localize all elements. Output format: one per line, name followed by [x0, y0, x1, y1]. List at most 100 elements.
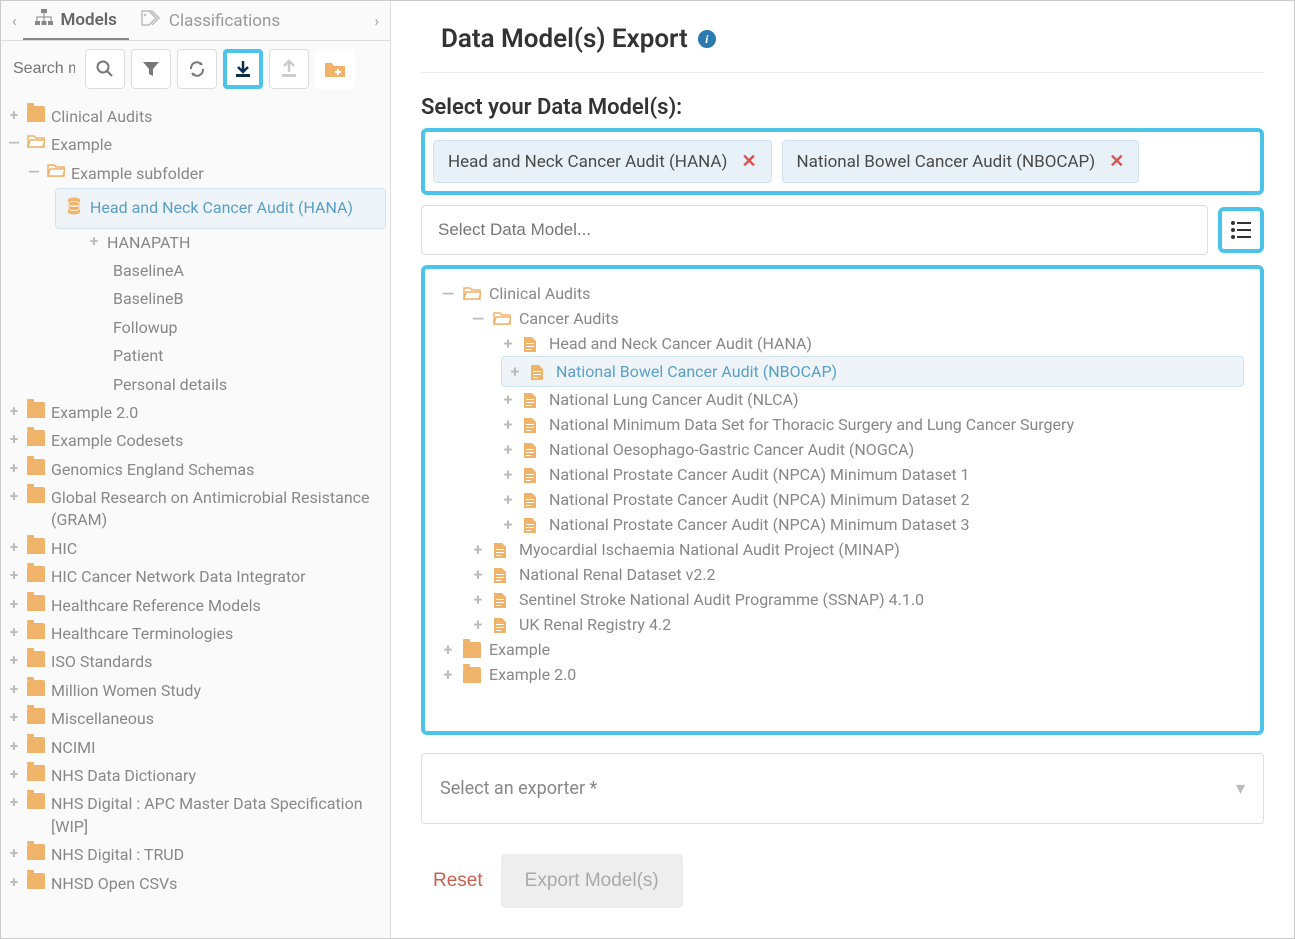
tree-iso[interactable]: +ISO Standards	[5, 648, 386, 676]
mt-ukrenal[interactable]: +UK Renal Registry 4.2	[471, 612, 1244, 637]
collapse-icon: —	[441, 284, 455, 303]
document-icon	[523, 467, 541, 483]
tab-models-label: Models	[61, 10, 117, 30]
document-icon	[493, 567, 511, 583]
tree-misc[interactable]: +Miscellaneous	[5, 705, 386, 733]
search-input[interactable]	[9, 56, 79, 82]
tree-nhs-trud[interactable]: +NHS Digital : TRUD	[5, 841, 386, 869]
models-icon	[35, 9, 53, 30]
select-data-model-input[interactable]	[421, 205, 1208, 255]
tree-example[interactable]: —Example	[5, 131, 386, 159]
document-icon	[523, 417, 541, 433]
document-icon	[493, 542, 511, 558]
tree-personal[interactable]: Personal details	[111, 371, 386, 399]
chip-nbocap-remove[interactable]: ✕	[1109, 151, 1124, 172]
expand-icon: +	[7, 566, 21, 584]
mt-example20[interactable]: +Example 2.0	[441, 662, 1244, 687]
tree-hic[interactable]: +HIC	[5, 535, 386, 563]
mt-npca3[interactable]: +National Prostate Cancer Audit (NPCA) M…	[501, 512, 1244, 537]
document-icon	[530, 364, 548, 380]
folder-icon	[27, 680, 45, 696]
expand-icon: +	[501, 440, 515, 459]
folder-icon	[27, 538, 45, 554]
expand-icon: +	[7, 651, 21, 669]
expand-icon: +	[7, 459, 21, 477]
database-icon	[66, 197, 84, 213]
folder-icon	[27, 844, 45, 860]
tabs-scroll-left[interactable]: ‹	[6, 12, 23, 30]
tree-example-subfolder[interactable]: —Example subfolder	[25, 160, 386, 188]
new-folder-button[interactable]	[315, 49, 355, 89]
tree-patient[interactable]: Patient	[111, 342, 386, 370]
mt-renal[interactable]: +National Renal Dataset v2.2	[471, 562, 1244, 587]
tree-gram[interactable]: +Global Research on Antimicrobial Resist…	[5, 484, 386, 535]
tree-clinical-audits[interactable]: +Clinical Audits	[5, 103, 386, 131]
exporter-placeholder: Select an exporter *	[440, 778, 597, 799]
tree-nhs-apc[interactable]: +NHS Digital : APC Master Data Specifica…	[5, 790, 386, 841]
tree-million[interactable]: +Million Women Study	[5, 677, 386, 705]
reset-button[interactable]: Reset	[433, 870, 483, 892]
mt-minap[interactable]: +Myocardial Ischaemia National Audit Pro…	[471, 537, 1244, 562]
expand-icon: +	[7, 106, 21, 124]
tree-hic-cancer[interactable]: +HIC Cancer Network Data Integrator	[5, 563, 386, 591]
tree-genomics[interactable]: +Genomics England Schemas	[5, 456, 386, 484]
expand-icon: +	[501, 490, 515, 509]
tab-classifications[interactable]: Classifications	[129, 2, 292, 39]
folder-icon	[27, 873, 45, 889]
folder-icon	[27, 106, 45, 122]
tab-classifications-label: Classifications	[169, 11, 280, 31]
tree-view-toggle[interactable]	[1218, 207, 1264, 253]
tree-followup[interactable]: Followup	[111, 314, 386, 342]
tree-hterm[interactable]: +Healthcare Terminologies	[5, 620, 386, 648]
tree-hanapath[interactable]: +HANAPATH	[85, 229, 386, 257]
expand-icon: +	[7, 402, 21, 420]
exporter-select[interactable]: Select an exporter * ▾	[421, 753, 1264, 824]
folder-icon	[27, 623, 45, 639]
filter-button[interactable]	[131, 49, 171, 89]
tree-href-models[interactable]: +Healthcare Reference Models	[5, 592, 386, 620]
tree-baselinea[interactable]: BaselineA	[111, 257, 386, 285]
tree-baselineb[interactable]: BaselineB	[111, 285, 386, 313]
document-icon	[523, 392, 541, 408]
expand-icon: +	[7, 708, 21, 726]
chip-hana-label: Head and Neck Cancer Audit (HANA)	[448, 152, 727, 172]
folder-open-icon	[47, 163, 65, 179]
document-icon	[523, 336, 541, 352]
folder-icon	[463, 642, 481, 658]
mt-example[interactable]: +Example	[441, 637, 1244, 662]
mt-npca2[interactable]: +National Prostate Cancer Audit (NPCA) M…	[501, 487, 1244, 512]
import-button[interactable]	[269, 49, 309, 89]
folder-icon	[27, 793, 45, 809]
mt-nogca[interactable]: +National Oesophago-Gastric Cancer Audit…	[501, 437, 1244, 462]
folder-icon	[27, 595, 45, 611]
tree-nhs-dd[interactable]: +NHS Data Dictionary	[5, 762, 386, 790]
mt-nbocap[interactable]: +National Bowel Cancer Audit (NBOCAP)	[501, 356, 1244, 387]
folder-icon	[27, 459, 45, 475]
mt-ssnap[interactable]: +Sentinel Stroke National Audit Programm…	[471, 587, 1244, 612]
tabs-scroll-right[interactable]: ›	[368, 12, 385, 30]
info-icon[interactable]: i	[698, 30, 716, 48]
tree-hana[interactable]: Head and Neck Cancer Audit (HANA)	[55, 188, 386, 228]
expand-icon: +	[471, 590, 485, 609]
mt-clinical-audits[interactable]: —Clinical Audits	[441, 281, 1244, 306]
mt-hana[interactable]: +Head and Neck Cancer Audit (HANA)	[501, 331, 1244, 356]
chip-hana-remove[interactable]: ✕	[741, 151, 756, 172]
expand-icon: +	[501, 415, 515, 434]
document-icon	[523, 517, 541, 533]
mt-nlca[interactable]: +National Lung Cancer Audit (NLCA)	[501, 387, 1244, 412]
expand-icon: +	[471, 615, 485, 634]
mt-thoracic[interactable]: +National Minimum Data Set for Thoracic …	[501, 412, 1244, 437]
tree-example20[interactable]: +Example 2.0	[5, 399, 386, 427]
refresh-button[interactable]	[177, 49, 217, 89]
tab-models[interactable]: Models	[23, 1, 129, 40]
mt-npca1[interactable]: +National Prostate Cancer Audit (NPCA) M…	[501, 462, 1244, 487]
chip-hana: Head and Neck Cancer Audit (HANA) ✕	[433, 140, 772, 183]
export-button[interactable]	[223, 49, 263, 89]
export-models-button[interactable]: Export Model(s)	[501, 854, 683, 908]
tree-codesets[interactable]: +Example Codesets	[5, 427, 386, 455]
expand-icon: +	[7, 487, 21, 505]
search-button[interactable]	[85, 49, 125, 89]
tree-ncimi[interactable]: +NCIMI	[5, 734, 386, 762]
mt-cancer-audits[interactable]: —Cancer Audits	[471, 306, 1244, 331]
tree-nhsd-csv[interactable]: +NHSD Open CSVs	[5, 870, 386, 898]
